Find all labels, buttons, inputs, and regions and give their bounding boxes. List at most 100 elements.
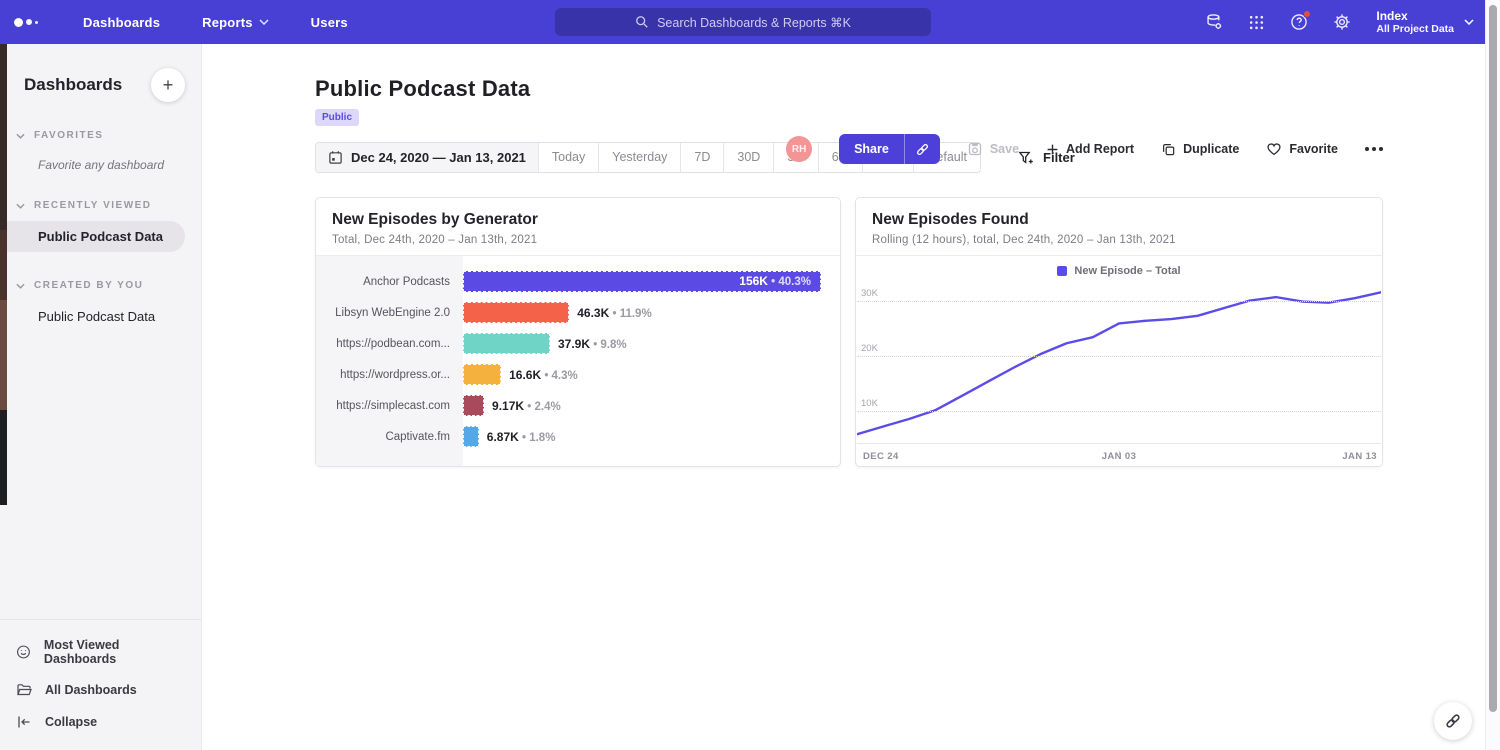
- section-created-by-you[interactable]: CREATED BY YOU: [0, 280, 201, 291]
- chevron-down-icon: [259, 19, 269, 25]
- add-dashboard-button[interactable]: +: [151, 68, 185, 102]
- collapse-sidebar-button[interactable]: Collapse: [0, 706, 201, 738]
- duplicate-button[interactable]: Duplicate: [1161, 142, 1239, 157]
- all-dashboards-button[interactable]: All Dashboards: [0, 674, 201, 706]
- bar-chart-title: New Episodes by Generator: [332, 211, 824, 229]
- x-tick-jan03: JAN 03: [1102, 451, 1137, 462]
- bar-row-2: https://podbean.com...37.9K • 9.8%: [316, 328, 821, 359]
- project-scope: All Project Data: [1376, 23, 1454, 36]
- screen-edge-artifact: [0, 44, 7, 505]
- legend-label: New Episode – Total: [1074, 265, 1180, 277]
- x-tick-dec24: DEC 24: [863, 451, 899, 462]
- bar-value-label: 37.9K • 9.8%: [558, 337, 627, 351]
- nav-reports[interactable]: Reports: [185, 15, 286, 30]
- section-recently-viewed[interactable]: RECENTLY VIEWED: [0, 200, 201, 211]
- card-new-episodes-found: New Episodes Found Rolling (12 hours), t…: [855, 197, 1383, 467]
- bar-0[interactable]: 156K • 40.3%: [463, 271, 821, 292]
- bar-row-5: Captivate.fm6.87K • 1.8%: [316, 421, 821, 452]
- bar-category-label: Anchor Podcasts: [316, 276, 463, 288]
- main-content: Public Podcast Data Public RH Share Save…: [202, 44, 1500, 750]
- bar-category-label: Libsyn WebEngine 2.0: [316, 307, 463, 319]
- section-favorites-label: FAVORITES: [34, 130, 103, 141]
- bar-5[interactable]: [463, 426, 479, 447]
- sidebar: Dashboards + FAVORITES Favorite any dash…: [0, 44, 202, 750]
- date-range-picker[interactable]: Dec 24, 2020 — Jan 13, 2021: [316, 143, 538, 172]
- share-button-group: Share: [839, 134, 940, 164]
- project-name: Index: [1376, 9, 1454, 23]
- collapse-icon: [16, 714, 32, 730]
- search-input[interactable]: Search Dashboards & Reports ⌘K: [555, 8, 931, 36]
- bar-4[interactable]: [463, 395, 484, 416]
- folder-icon: [16, 682, 32, 698]
- save-label: Save: [990, 142, 1019, 156]
- x-tick-jan13: JAN 13: [1342, 451, 1377, 462]
- link-icon: [1444, 712, 1462, 730]
- app-logo[interactable]: [14, 18, 58, 27]
- date-range-value: Dec 24, 2020 — Jan 13, 2021: [351, 150, 526, 165]
- date-preset-today[interactable]: Today: [538, 143, 598, 172]
- save-button[interactable]: Save: [967, 141, 1019, 157]
- heart-icon: [1266, 141, 1282, 157]
- page-scrollbar[interactable]: [1485, 0, 1500, 750]
- bar-value-label: 6.87K • 1.8%: [487, 430, 556, 444]
- sidebar-item-public-podcast-data-recent[interactable]: Public Podcast Data: [0, 221, 185, 252]
- date-preset-7d[interactable]: 7D: [680, 143, 723, 172]
- chevron-down-icon: [16, 203, 25, 209]
- sidebar-title: Dashboards: [24, 75, 122, 95]
- line-series-new-episode-total: [857, 292, 1381, 434]
- bar-value-label: 46.3K • 11.9%: [577, 306, 651, 320]
- calendar-icon: [328, 150, 343, 165]
- gridline-20k: 20K: [857, 356, 1381, 357]
- bar-row-1: Libsyn WebEngine 2.0 46.3K • 11.9%: [316, 297, 821, 328]
- bar-row-4: https://simplecast.com9.17K • 2.4%: [316, 390, 821, 421]
- plus-icon: [1046, 143, 1059, 156]
- sidebar-item-public-podcast-data-created[interactable]: Public Podcast Data: [0, 301, 185, 332]
- line-chart-legend[interactable]: New Episode – Total: [856, 263, 1382, 279]
- project-selector[interactable]: Index All Project Data: [1376, 9, 1474, 36]
- x-axis-labels: DEC 24 JAN 03 JAN 13: [857, 444, 1381, 466]
- share-button[interactable]: Share: [839, 134, 904, 164]
- nav-dashboards[interactable]: Dashboards: [66, 15, 177, 30]
- scrollbar-thumb[interactable]: [1489, 5, 1497, 712]
- bar-value-label: 16.6K • 4.3%: [509, 368, 578, 382]
- help-icon[interactable]: [1290, 13, 1308, 31]
- smiley-icon: [16, 644, 31, 660]
- bar-2[interactable]: [463, 333, 550, 354]
- nav-users[interactable]: Users: [294, 15, 365, 30]
- add-report-button[interactable]: Add Report: [1046, 142, 1134, 156]
- bar-1[interactable]: [463, 302, 569, 323]
- chevron-down-icon: [1464, 19, 1474, 25]
- bar-row-3: https://wordpress.or...16.6K • 4.3%: [316, 359, 821, 390]
- data-sources-icon[interactable]: [1205, 13, 1223, 31]
- save-icon: [967, 141, 983, 157]
- section-created-by-you-label: CREATED BY YOU: [34, 280, 143, 291]
- most-viewed-dashboards-button[interactable]: Most Viewed Dashboards: [0, 630, 201, 674]
- more-options-button[interactable]: [1365, 147, 1383, 151]
- nav-users-label: Users: [311, 15, 348, 30]
- collapse-label: Collapse: [45, 715, 97, 729]
- bar-category-label: https://simplecast.com: [316, 400, 463, 412]
- y-tick-label: 10K: [861, 398, 878, 409]
- date-preset-30d[interactable]: 30D: [723, 143, 773, 172]
- bar-value-label: 156K • 40.3%: [739, 274, 811, 288]
- nav-dashboards-label: Dashboards: [83, 15, 160, 30]
- link-icon: [915, 142, 930, 157]
- favorite-button[interactable]: Favorite: [1266, 141, 1338, 157]
- get-link-floating-button[interactable]: [1434, 702, 1472, 740]
- header-actions: RH Share Save Add Report Duplicate Favor…: [786, 134, 1383, 164]
- section-favorites[interactable]: FAVORITES: [0, 130, 201, 141]
- settings-gear-icon[interactable]: [1333, 13, 1351, 31]
- duplicate-label: Duplicate: [1183, 142, 1239, 156]
- favorite-label: Favorite: [1289, 142, 1338, 156]
- gridline-30k: 30K: [857, 301, 1381, 302]
- share-link-button[interactable]: [904, 134, 940, 164]
- y-tick-label: 20K: [861, 343, 878, 354]
- date-preset-yesterday[interactable]: Yesterday: [598, 143, 680, 172]
- section-recently-viewed-label: RECENTLY VIEWED: [34, 200, 152, 211]
- bar-3[interactable]: [463, 364, 501, 385]
- apps-grid-icon[interactable]: [1248, 14, 1265, 31]
- line-chart-plot[interactable]: 10K 20K 30K: [857, 284, 1381, 444]
- all-dashboards-label: All Dashboards: [45, 683, 137, 697]
- chevron-down-icon: [16, 283, 25, 289]
- avatar[interactable]: RH: [786, 136, 812, 162]
